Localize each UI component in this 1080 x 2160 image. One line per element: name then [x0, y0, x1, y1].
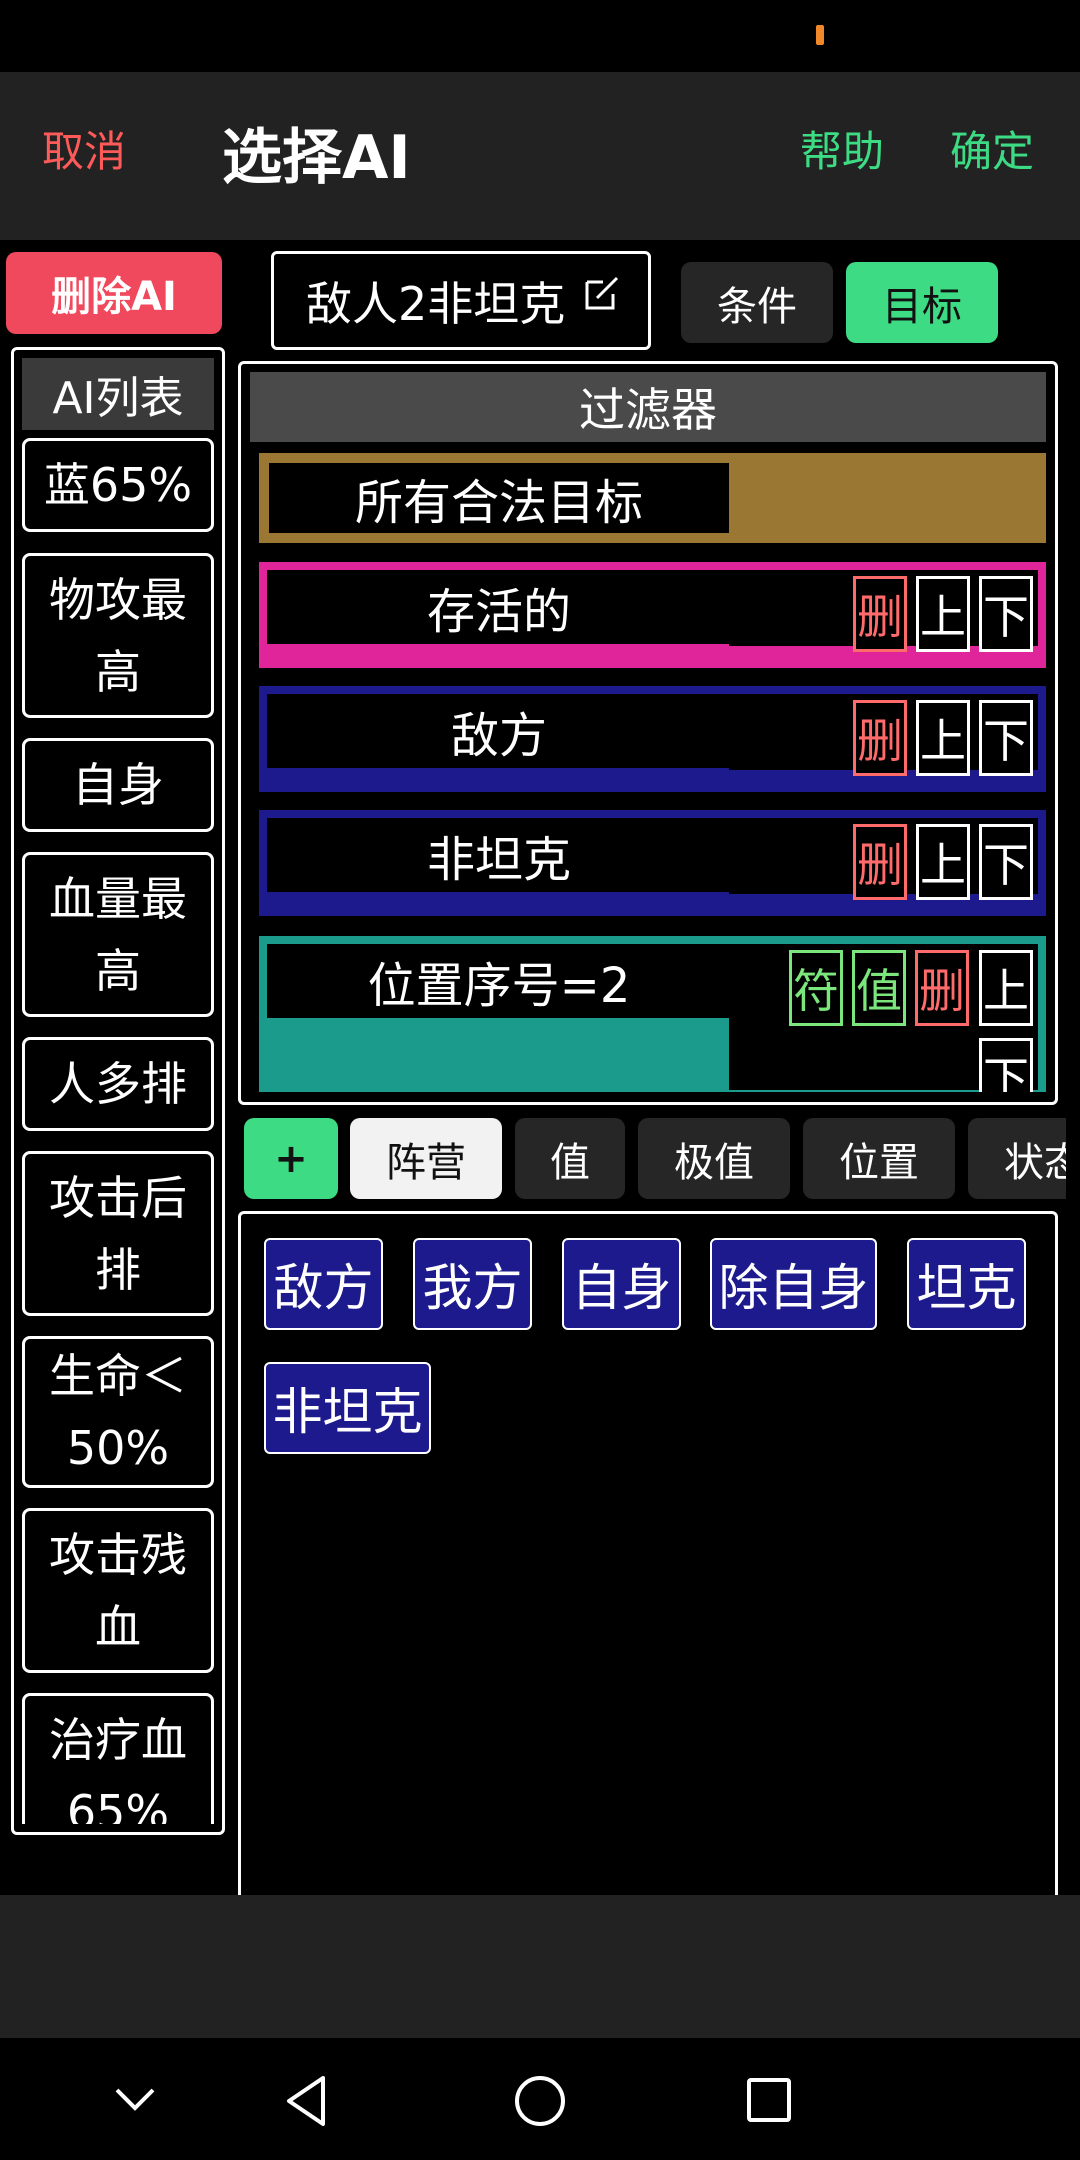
ai-list[interactable]: 蓝65% 物攻最高 自身 血量最高 人多排 攻击后排 生命＜50% 攻击残血 治… — [14, 434, 222, 1824]
move-up-button[interactable]: 上 — [916, 700, 970, 776]
move-down-button[interactable]: 下 — [979, 824, 1033, 900]
move-up-button[interactable]: 上 — [979, 950, 1033, 1026]
move-up-button[interactable]: 上 — [916, 824, 970, 900]
ai-list-item[interactable]: 治疗血65% — [22, 1693, 214, 1824]
status-bar — [0, 0, 1080, 72]
delete-button[interactable]: 删 — [853, 576, 907, 652]
delete-button[interactable]: 删 — [915, 950, 969, 1026]
ai-list-item[interactable]: 人多排 — [22, 1037, 214, 1131]
option-tank[interactable]: 坦克 — [907, 1238, 1026, 1330]
ai-list-item[interactable]: 自身 — [22, 738, 214, 832]
page-title: 选择AI — [222, 123, 411, 193]
move-down-button[interactable]: 下 — [979, 1038, 1033, 1092]
notification-dot-icon — [816, 25, 824, 45]
ai-list-item[interactable]: 蓝65% — [22, 438, 214, 532]
delete-button[interactable]: 删 — [853, 824, 907, 900]
tab-target[interactable]: 目标 — [846, 262, 998, 343]
help-button[interactable]: 帮助 — [800, 122, 884, 182]
recents-square-icon[interactable] — [745, 2076, 793, 2124]
filter-row-label: 位置序号=2 — [269, 946, 729, 1016]
ai-list-item[interactable]: 攻击残血 — [22, 1508, 214, 1673]
value-button[interactable]: 值 — [852, 950, 906, 1026]
tab-extreme[interactable]: 极值 — [638, 1118, 790, 1199]
filter-row-bar — [267, 1018, 729, 1092]
option-self[interactable]: 自身 — [562, 1238, 681, 1330]
back-triangle-icon[interactable] — [283, 2074, 329, 2128]
ai-list-item[interactable]: 生命＜50% — [22, 1336, 214, 1488]
option-non-tank[interactable]: 非坦克 — [264, 1362, 431, 1454]
option-except-self[interactable]: 除自身 — [710, 1238, 877, 1330]
move-down-button[interactable]: 下 — [979, 700, 1033, 776]
filter-title: 过滤器 — [250, 372, 1046, 442]
filter-row-label: 敌方 — [269, 696, 729, 766]
ai-list-item[interactable]: 血量最高 — [22, 852, 214, 1017]
tab-status[interactable]: 状态 — [968, 1118, 1066, 1199]
filter-row[interactable]: 位置序号=2 符 值 删 上 下 — [259, 936, 1046, 1092]
chevron-down-icon[interactable] — [113, 2086, 157, 2114]
filter-row[interactable]: 非坦克 删 上 下 — [259, 810, 1046, 916]
ai-list-item[interactable]: 物攻最高 — [22, 553, 214, 718]
header-bar — [0, 72, 1080, 240]
home-circle-icon[interactable] — [513, 2074, 567, 2128]
filter-row-label: 存活的 — [269, 572, 729, 642]
tab-position[interactable]: 位置 — [803, 1118, 955, 1199]
option-ally[interactable]: 我方 — [413, 1238, 532, 1330]
cancel-button[interactable]: 取消 — [42, 122, 126, 182]
filter-row[interactable]: 所有合法目标 — [259, 453, 1046, 543]
filter-row[interactable]: 存活的 删 上 下 — [259, 562, 1046, 668]
tab-condition[interactable]: 条件 — [681, 262, 833, 343]
system-navbar — [0, 2038, 1080, 2160]
edit-icon[interactable] — [583, 272, 623, 312]
operator-button[interactable]: 符 — [789, 950, 843, 1026]
delete-ai-button[interactable]: 删除AI — [6, 252, 222, 334]
ai-name-text: 敌人2非坦克 — [306, 276, 566, 331]
ai-list-item[interactable]: 攻击后排 — [22, 1151, 214, 1316]
tab-value[interactable]: 值 — [515, 1118, 625, 1199]
filter-row[interactable]: 敌方 删 上 下 — [259, 686, 1046, 792]
option-enemy[interactable]: 敌方 — [264, 1238, 383, 1330]
ai-list-title: AI列表 — [22, 358, 214, 430]
filter-row-label: 非坦克 — [269, 820, 729, 890]
delete-button[interactable]: 删 — [853, 700, 907, 776]
bottom-area — [0, 1895, 1080, 2038]
category-tabs[interactable]: 阵营 值 极值 位置 状态 — [340, 1110, 1066, 1206]
move-up-button[interactable]: 上 — [916, 576, 970, 652]
filter-row-label: 所有合法目标 — [269, 463, 729, 533]
move-down-button[interactable]: 下 — [979, 576, 1033, 652]
add-filter-button[interactable]: + — [244, 1118, 338, 1199]
confirm-button[interactable]: 确定 — [950, 122, 1034, 182]
tab-camp[interactable]: 阵营 — [350, 1118, 502, 1199]
